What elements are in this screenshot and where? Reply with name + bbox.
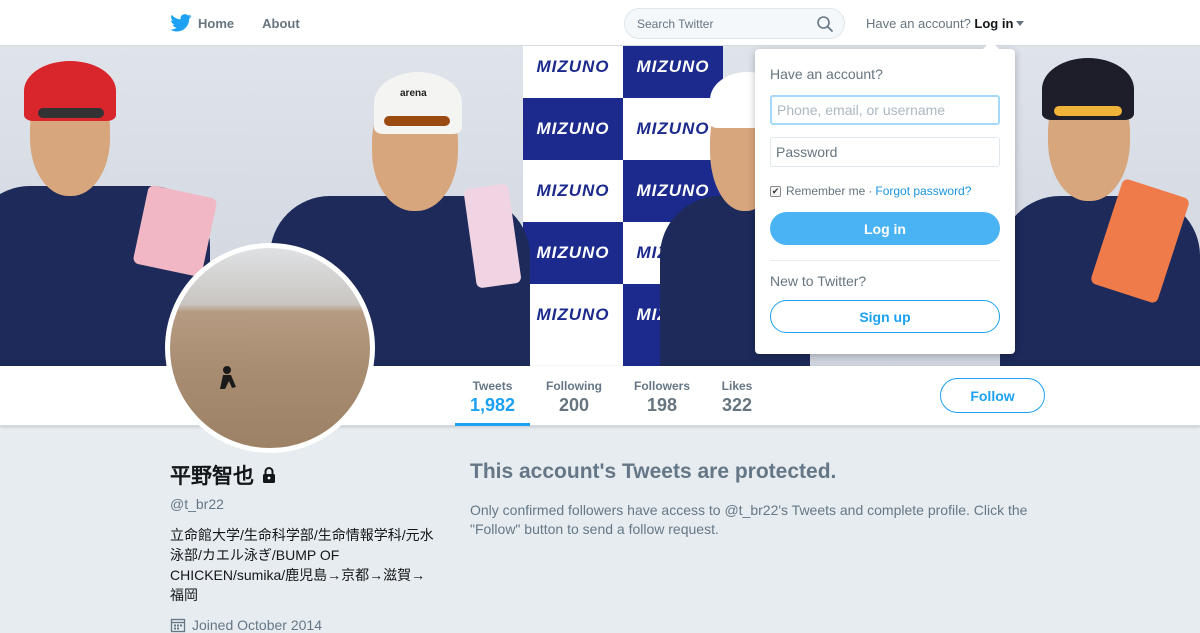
stat-label: Followers bbox=[633, 379, 690, 393]
signup-button[interactable]: Sign up bbox=[770, 300, 1000, 333]
profile-sidebar: 平野智也 @t_br22 立命館大学/生命科学部/生命情報学科/元水泳部/カエル… bbox=[170, 460, 435, 633]
protected-notice: This account's Tweets are protected. Onl… bbox=[470, 460, 1050, 539]
display-name-row: 平野智也 bbox=[170, 460, 435, 490]
cap-brand-text: arena bbox=[400, 88, 427, 99]
calendar-icon bbox=[170, 618, 186, 633]
new-to-twitter: New to Twitter? bbox=[770, 273, 867, 289]
login-dropdown: Have an account? ✔ Remember me · Forgot … bbox=[755, 41, 1015, 354]
stat-followers[interactable]: Followers 198 bbox=[626, 366, 698, 426]
joined-date: Joined October 2014 bbox=[170, 617, 435, 633]
stat-following[interactable]: Following 200 bbox=[538, 366, 610, 426]
password-input[interactable] bbox=[770, 137, 1000, 167]
sponsor-logo: MIZUNO bbox=[523, 46, 623, 98]
sponsor-logo: MIZUNO bbox=[523, 284, 623, 346]
joined-text: Joined October 2014 bbox=[192, 617, 322, 633]
search-box bbox=[624, 8, 845, 39]
stat-value: 198 bbox=[646, 395, 678, 415]
nav-home-label: Home bbox=[198, 15, 235, 31]
top-navbar: Home About Have an account? Log in bbox=[0, 0, 1200, 46]
stat-tweets[interactable]: Tweets 1,982 bbox=[455, 366, 530, 426]
nav-home[interactable]: Home bbox=[170, 14, 234, 32]
follow-button[interactable]: Follow bbox=[940, 378, 1045, 413]
search-input[interactable] bbox=[625, 9, 805, 38]
have-account-text: Have an account? bbox=[866, 16, 971, 31]
sponsor-logo: MIZUNO bbox=[523, 98, 623, 160]
sponsor-logo: MIZUNO bbox=[523, 160, 623, 222]
sponsor-logo: MIZUNO bbox=[523, 222, 623, 284]
twitter-bird-icon bbox=[170, 14, 192, 32]
remember-row: ✔ Remember me · Forgot password? bbox=[770, 184, 971, 198]
protected-title: This account's Tweets are protected. bbox=[470, 460, 837, 483]
stat-value: 200 bbox=[558, 395, 590, 415]
sponsor-logo: MIZUNO bbox=[623, 46, 723, 98]
search-icon[interactable] bbox=[816, 15, 834, 33]
avatar[interactable] bbox=[165, 243, 375, 453]
stat-value: 322 bbox=[721, 395, 753, 415]
separator-dot: · bbox=[868, 184, 873, 198]
have-account: Have an account? Log in bbox=[866, 16, 1025, 31]
lock-icon bbox=[263, 467, 275, 483]
divider bbox=[770, 260, 1000, 261]
bio: 立命館大学/生命科学部/生命情報学科/元水泳部/カエル泳ぎ/BUMP OF CH… bbox=[170, 527, 434, 603]
dropdown-title: Have an account? bbox=[770, 66, 883, 82]
login-button[interactable]: Log in bbox=[770, 212, 1000, 245]
forgot-password-link[interactable]: Forgot password? bbox=[875, 184, 971, 198]
stat-label: Following bbox=[546, 379, 602, 393]
remember-label[interactable]: Remember me bbox=[786, 184, 865, 198]
stat-value: 1,982 bbox=[469, 395, 516, 415]
protected-message: Only confirmed followers have access to … bbox=[470, 502, 1028, 537]
nav-left: Home About bbox=[170, 0, 328, 46]
stat-label: Likes bbox=[721, 379, 753, 393]
handle[interactable]: @t_br22 bbox=[170, 496, 435, 512]
stat-label: Tweets bbox=[472, 379, 513, 393]
login-link-label: Log in bbox=[974, 16, 1014, 31]
nav-about-label: About bbox=[262, 15, 300, 31]
avatar-person bbox=[220, 366, 236, 389]
caret-down-icon bbox=[1016, 21, 1025, 26]
remember-checkbox[interactable]: ✔ bbox=[770, 185, 781, 197]
username-input[interactable] bbox=[770, 95, 1000, 125]
stat-likes[interactable]: Likes 322 bbox=[712, 366, 762, 426]
nav-about[interactable]: About bbox=[262, 16, 300, 31]
sponsor-logo: MIZUNO bbox=[623, 98, 723, 160]
login-dropdown-toggle[interactable]: Log in bbox=[974, 16, 1025, 31]
display-name[interactable]: 平野智也 bbox=[170, 460, 254, 490]
